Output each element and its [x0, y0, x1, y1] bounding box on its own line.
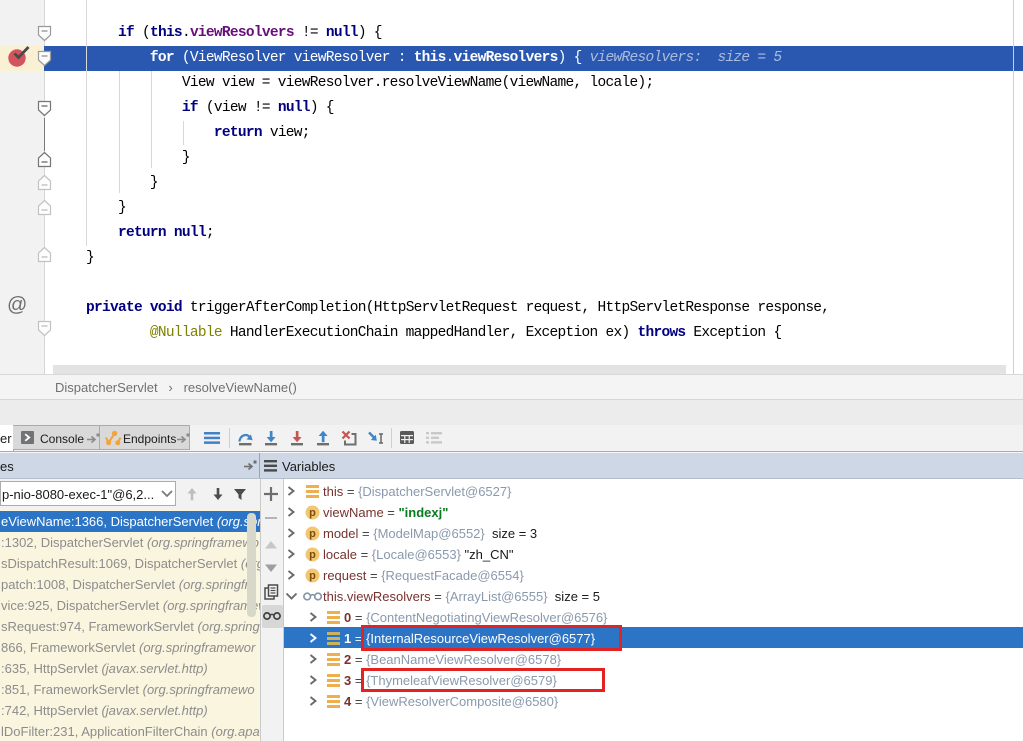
svg-text:p: p — [309, 507, 316, 519]
svg-text:p: p — [309, 570, 316, 582]
svg-text:p: p — [309, 528, 316, 540]
svg-text:p: p — [309, 549, 316, 561]
